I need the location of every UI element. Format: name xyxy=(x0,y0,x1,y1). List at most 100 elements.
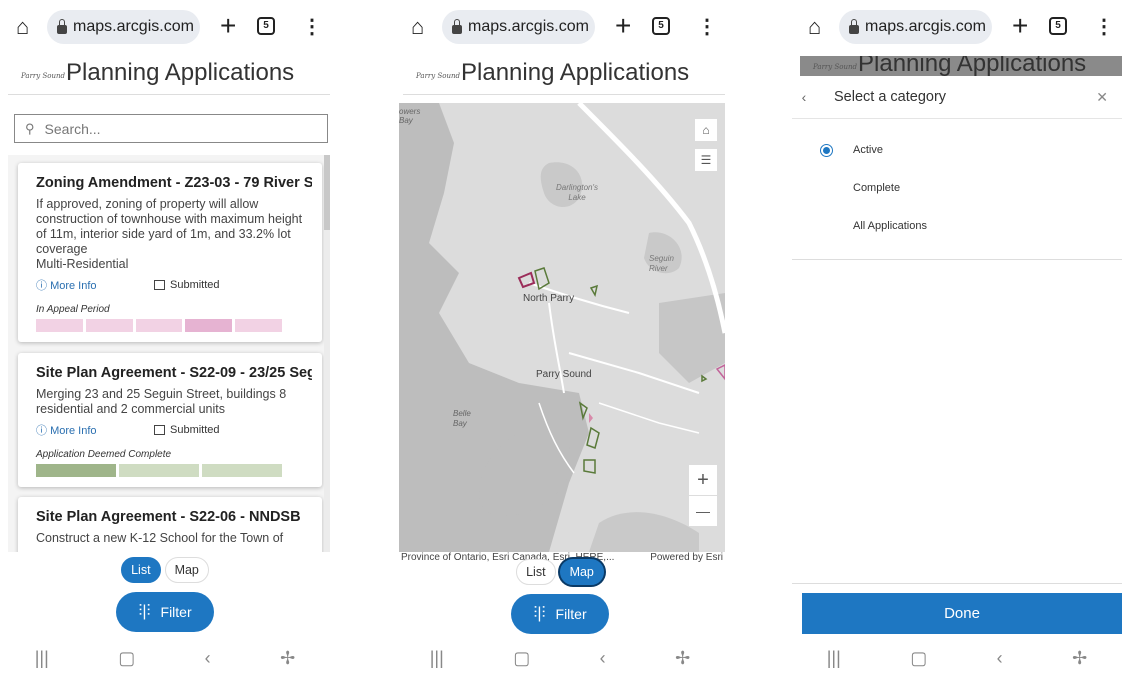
category-option-all[interactable]: All Applications xyxy=(792,207,1122,245)
category-option-active[interactable]: Active xyxy=(792,131,1122,169)
status-icon xyxy=(154,280,165,290)
radio-unselected[interactable] xyxy=(820,182,833,195)
sliders-icon: ⫶|⫶ xyxy=(138,603,151,620)
card-description: Construct a new K-12 School for the Town… xyxy=(36,531,284,545)
map-canvas[interactable]: owers Bay Darlington's Lake Seguin River… xyxy=(399,103,725,552)
more-info-link[interactable]: ⓘ More Info xyxy=(36,422,154,438)
done-button[interactable]: Done xyxy=(802,593,1122,634)
page-title: Planning Applications xyxy=(461,59,690,86)
url-bar[interactable]: maps.arcgis.com xyxy=(442,10,595,44)
filter-button[interactable]: ⫶|⫶ Filter xyxy=(116,592,214,632)
card-type: Multi-Residential xyxy=(36,257,129,271)
list-toggle-button[interactable]: List xyxy=(121,557,161,583)
more-menu-icon[interactable]: ⋮ xyxy=(302,14,322,39)
home-icon[interactable]: ⌂ xyxy=(808,14,821,40)
browser-bar: ⌂ maps.arcgis.com + 5 ⋮ xyxy=(792,0,1122,56)
phase-label: In Appeal Period xyxy=(36,304,110,315)
progress-segment xyxy=(36,464,116,477)
android-nav-bar: ||| ▢ ‹ ✢ xyxy=(0,644,330,673)
progress-bar xyxy=(36,464,282,477)
url-bar[interactable]: maps.arcgis.com xyxy=(47,10,200,44)
page-title: Planning Applications xyxy=(66,59,295,86)
url-text: maps.arcgis.com xyxy=(73,18,194,35)
list-item[interactable]: Site Plan Agreement - S22-06 - NNDSB Con… xyxy=(18,497,322,552)
progress-segment xyxy=(119,464,199,477)
recents-icon[interactable]: ||| xyxy=(35,648,49,669)
home-extent-button[interactable]: ⌂ xyxy=(695,119,717,141)
progress-bar xyxy=(36,319,282,332)
sliders-icon: ⫶|⫶ xyxy=(533,605,546,622)
map-toggle-button[interactable]: Map xyxy=(164,557,209,583)
progress-segment xyxy=(85,319,133,332)
card-description: Merging 23 and 25 Seguin Street, buildin… xyxy=(36,387,287,416)
tabs-icon[interactable]: 5 xyxy=(257,17,275,35)
lock-icon xyxy=(452,18,462,34)
tabs-icon[interactable]: 5 xyxy=(1049,17,1067,35)
application-list[interactable]: Zoning Amendment - Z23-03 - 79 River S I… xyxy=(8,155,330,552)
home-nav-icon[interactable]: ▢ xyxy=(513,648,530,669)
info-icon: ⓘ xyxy=(36,280,47,292)
search-icon: ⚲ xyxy=(25,120,35,136)
more-menu-icon[interactable]: ⋮ xyxy=(1094,14,1114,39)
phase-label: Application Deemed Complete xyxy=(36,449,172,460)
map-graphic xyxy=(399,103,725,552)
recents-icon[interactable]: ||| xyxy=(430,648,444,669)
zoom-in-button[interactable]: + xyxy=(689,465,717,496)
back-chevron-icon[interactable]: ‹ xyxy=(792,89,816,105)
accessibility-icon[interactable]: ✢ xyxy=(280,648,295,669)
new-tab-icon[interactable]: + xyxy=(1012,10,1028,42)
search-input[interactable]: ⚲ Search... xyxy=(14,114,328,143)
filter-button[interactable]: ⫶|⫶ Filter xyxy=(511,594,609,634)
recents-icon[interactable]: ||| xyxy=(827,648,841,669)
home-nav-icon[interactable]: ▢ xyxy=(118,648,135,669)
url-text: maps.arcgis.com xyxy=(865,18,986,35)
category-option-complete[interactable]: Complete xyxy=(792,169,1122,207)
url-bar[interactable]: maps.arcgis.com xyxy=(839,10,992,44)
home-icon[interactable]: ⌂ xyxy=(411,14,424,40)
new-tab-icon[interactable]: + xyxy=(220,10,236,42)
accessibility-icon[interactable]: ✢ xyxy=(1072,648,1087,669)
info-icon: ⓘ xyxy=(36,425,47,437)
bottom-controls: List Map ⫶|⫶ Filter xyxy=(395,556,725,646)
scroll-thumb[interactable] xyxy=(324,155,330,230)
browser-bar: ⌂ maps.arcgis.com + 5 ⋮ xyxy=(0,0,330,56)
list-item[interactable]: Site Plan Agreement - S22-09 - 23/25 Seg… xyxy=(18,353,322,487)
tabs-icon[interactable]: 5 xyxy=(652,17,670,35)
back-icon[interactable]: ‹ xyxy=(600,648,606,669)
card-description: If approved, zoning of property will all… xyxy=(36,197,303,256)
footer-divider xyxy=(792,583,1122,584)
list-screen: ⌂ maps.arcgis.com + 5 ⋮ Parry Sound Plan… xyxy=(0,0,330,673)
lock-icon xyxy=(849,18,859,34)
more-info-link[interactable]: ⓘ More Info xyxy=(36,277,154,293)
accessibility-icon[interactable]: ✢ xyxy=(675,648,690,669)
close-icon[interactable]: ✕ xyxy=(1096,89,1108,106)
home-nav-icon[interactable]: ▢ xyxy=(910,648,927,669)
panel-title: Select a category xyxy=(834,89,947,105)
map-toggle-button[interactable]: Map xyxy=(559,559,604,585)
back-icon[interactable]: ‹ xyxy=(205,648,211,669)
map-label: North Parry xyxy=(523,293,575,304)
list-item[interactable]: Zoning Amendment - Z23-03 - 79 River S I… xyxy=(18,163,322,342)
status-icon xyxy=(154,425,165,435)
progress-segment xyxy=(135,319,183,332)
scrollbar[interactable] xyxy=(324,155,330,552)
legend-button[interactable]: ☰ xyxy=(695,149,717,171)
more-menu-icon[interactable]: ⋮ xyxy=(697,14,717,39)
radio-selected[interactable] xyxy=(820,143,833,157)
panel-header: ‹ Select a category ✕ xyxy=(792,76,1122,119)
new-tab-icon[interactable]: + xyxy=(615,10,631,42)
card-title: Zoning Amendment - Z23-03 - 79 River S xyxy=(36,175,312,191)
map-label: owers Bay xyxy=(399,107,421,125)
home-icon[interactable]: ⌂ xyxy=(16,14,29,40)
map-label: Belle Bay xyxy=(453,409,471,428)
browser-bar: ⌂ maps.arcgis.com + 5 ⋮ xyxy=(395,0,725,56)
category-panel: ‹ Select a category ✕ Active Complete Al… xyxy=(792,76,1122,644)
map-label: Parry Sound xyxy=(536,369,592,380)
back-icon[interactable]: ‹ xyxy=(997,648,1003,669)
android-nav-bar: ||| ▢ ‹ ✢ xyxy=(792,644,1122,673)
radio-unselected[interactable] xyxy=(820,220,833,233)
card-title: Site Plan Agreement - S22-09 - 23/25 Seg xyxy=(36,365,312,381)
list-toggle-button[interactable]: List xyxy=(516,559,556,585)
android-nav-bar: ||| ▢ ‹ ✢ xyxy=(395,644,725,673)
zoom-out-button[interactable]: — xyxy=(689,496,717,526)
